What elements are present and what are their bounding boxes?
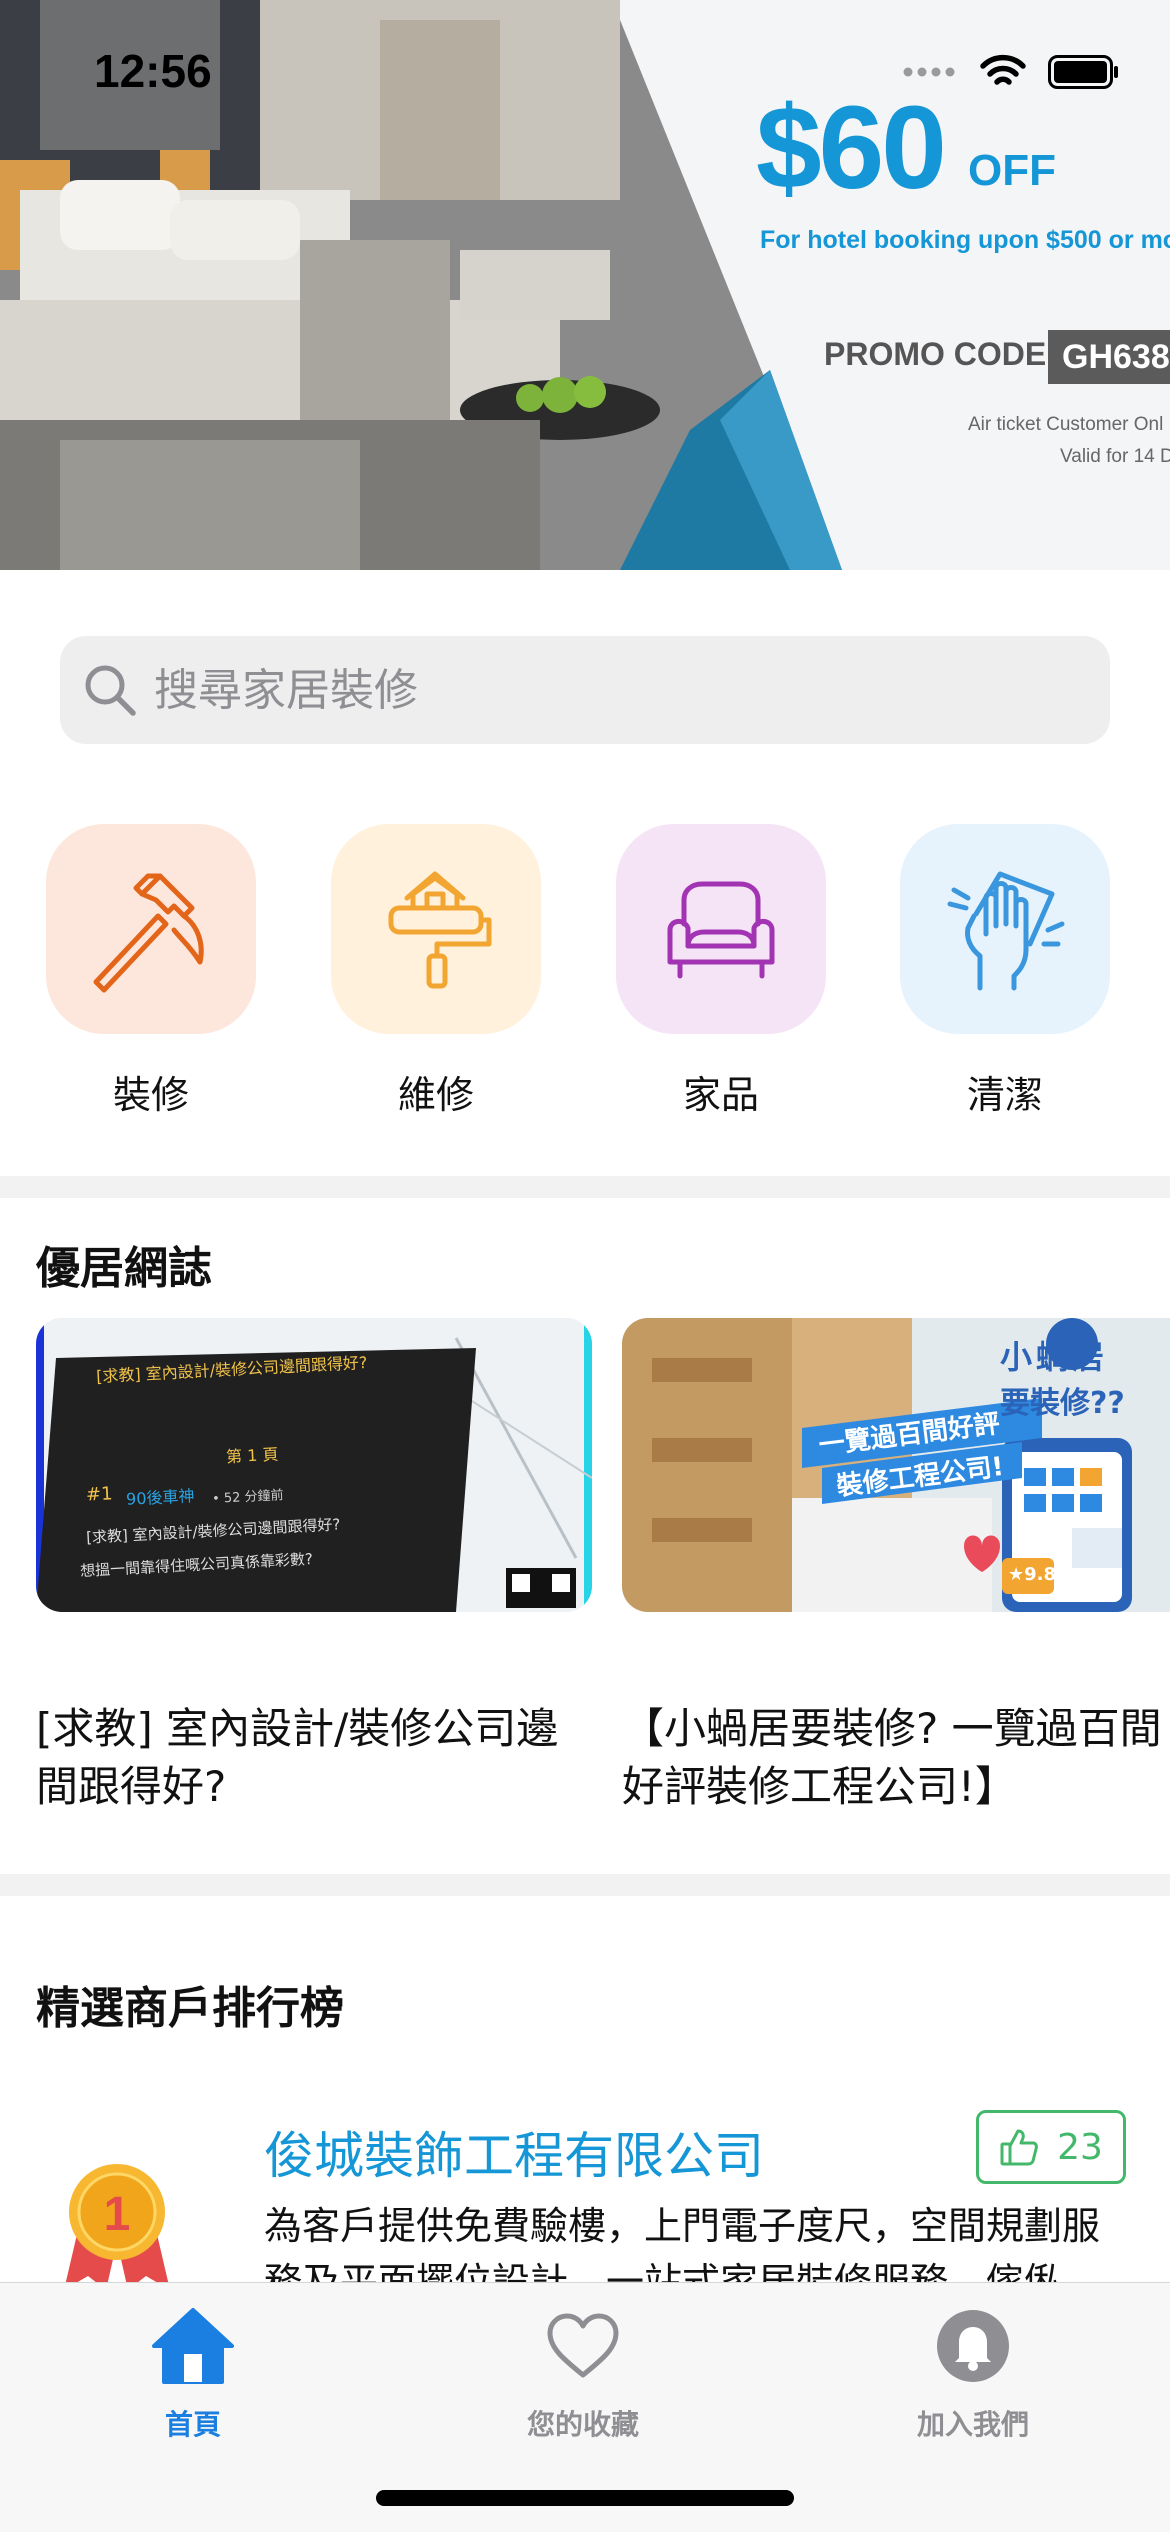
promo-banner[interactable]: 12:56 $60 OFF For hotel booking upon $50…	[0, 0, 1170, 570]
rank-medal-icon: 1	[58, 2160, 176, 2294]
article-image-brand-bottom: 要裝修??	[1000, 1386, 1125, 1421]
search-icon	[85, 665, 136, 716]
article-title[interactable]: [求教] 室內設計/裝修公司邊間跟得好?	[36, 1700, 592, 1816]
article-image-page: 第 1 頁	[225, 1444, 279, 1467]
ranking-section-title: 精選商戶排行榜	[36, 1983, 344, 2034]
section-divider	[0, 1874, 1170, 1896]
home-indicator	[376, 2490, 794, 2506]
category-tile[interactable]	[331, 824, 541, 1034]
article-image-user: 90後車神	[125, 1486, 195, 1509]
article-card[interactable]: [求教] 室內設計/裝修公司邊間跟得好? 第 1 頁 #1 90後車神 • 52…	[36, 1318, 592, 1816]
category-tile[interactable]	[616, 824, 826, 1034]
promo-note-1: Air ticket Customer Onl	[968, 414, 1164, 435]
article-image-number: #1	[85, 1483, 114, 1506]
thumbs-up-icon	[1000, 2129, 1038, 2166]
category-tile[interactable]	[900, 824, 1110, 1034]
paint-roller-house-icon	[388, 871, 492, 989]
promo-code-label: PROMO CODE	[824, 336, 1047, 372]
wifi-icon	[980, 54, 1026, 85]
section-divider	[0, 1176, 1170, 1198]
status-time: 12:56	[94, 45, 212, 97]
merchant-name[interactable]: 俊城裝飾工程有限公司	[264, 2116, 764, 2188]
battery-icon	[1048, 55, 1118, 89]
tab-label: 您的收藏	[526, 2408, 639, 2441]
heart-icon	[547, 2313, 619, 2378]
promo-note-2: Valid for 14 Day	[1060, 446, 1170, 467]
magazine-section-title: 優居網誌	[36, 1243, 212, 1294]
promo-amount: $60	[756, 82, 947, 214]
search-bar[interactable]	[60, 636, 1110, 744]
tab-label: 首頁	[164, 2408, 221, 2441]
tab-label: 加入我們	[916, 2408, 1029, 2441]
tab-join-us[interactable]: 加入我們	[853, 2303, 1093, 2443]
article-image-brand-top: 小蝸居	[1000, 1338, 1109, 1376]
category-tile[interactable]	[46, 824, 256, 1034]
category-label: 家品	[682, 1073, 759, 1117]
cleaning-hand-icon	[947, 871, 1065, 991]
hammer-icon	[93, 873, 204, 993]
category-repair[interactable]: 維修	[331, 824, 541, 1119]
promo-subtitle: For hotel booking upon $500 or mor	[760, 226, 1170, 254]
article-image: 小蝸居 要裝修?? 一覽過百間好評 裝修工程公司! ★9.8	[622, 1318, 1170, 1612]
signal-icon	[903, 67, 955, 77]
article-title[interactable]: 【小蝸居要裝修? 一覽過百間好評裝修工程公司!】	[622, 1700, 1170, 1816]
home-icon	[152, 2308, 234, 2384]
tab-favorites[interactable]: 您的收藏	[463, 2303, 703, 2443]
promo-code: GH638	[1048, 330, 1170, 384]
article-image: [求教] 室內設計/裝修公司邊間跟得好? 第 1 頁 #1 90後車神 • 52…	[36, 1318, 592, 1612]
bell-icon	[937, 2310, 1009, 2382]
merchant-description: 為客戶提供免費驗樓，上門電子度尺，空間規劃服務及平面擺位設計、一站式家居裝修服務…	[264, 2204, 1101, 2286]
article-image-rating: ★9.8	[1008, 1564, 1057, 1585]
category-label: 清潔	[966, 1073, 1043, 1117]
armchair-icon	[667, 881, 775, 979]
category-label: 裝修	[112, 1073, 189, 1117]
like-count: 23	[1057, 2126, 1103, 2168]
article-image-time: • 52 分鐘前	[211, 1488, 284, 1507]
category-renovation[interactable]: 裝修	[46, 824, 256, 1119]
tab-home[interactable]: 首頁	[73, 2303, 313, 2443]
category-furniture[interactable]: 家品	[616, 824, 826, 1119]
like-button[interactable]: 23	[976, 2110, 1126, 2184]
category-label: 維修	[397, 1073, 474, 1117]
article-card[interactable]: 小蝸居 要裝修?? 一覽過百間好評 裝修工程公司! ★9.8 【小蝸居要裝修? …	[622, 1318, 1170, 1816]
category-cleaning[interactable]: 清潔	[900, 824, 1110, 1119]
rank-number: 1	[104, 2188, 131, 2241]
promo-off: OFF	[968, 146, 1056, 195]
search-input[interactable]	[154, 664, 1054, 716]
